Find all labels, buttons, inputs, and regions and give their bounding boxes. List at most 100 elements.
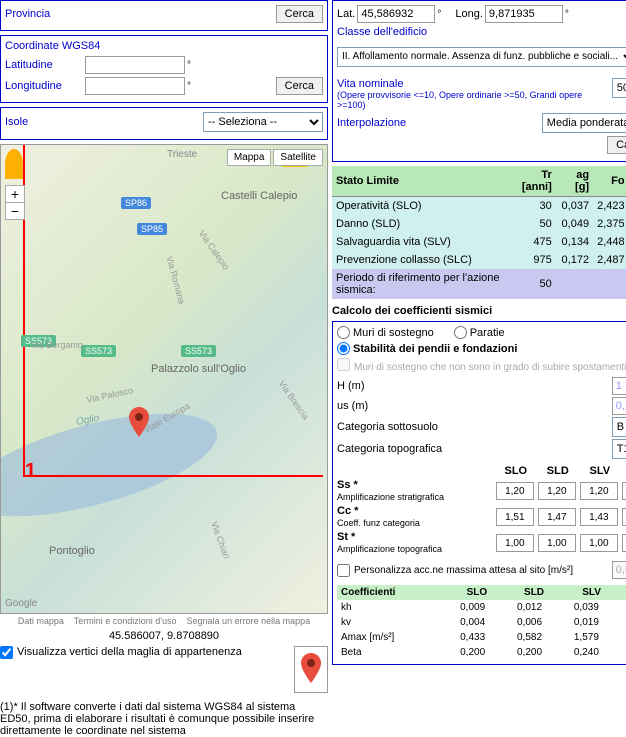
road-ss573-2: SS573 [81,345,116,357]
results-table: Coefficienti SLO SLD SLV SLC kh0,0090,01… [337,585,626,660]
lat-r-input[interactable] [357,5,435,23]
sl-h1: Tr [anni] [508,166,556,197]
stato-limite-table: Stato Limite Tr [anni] ag [g] Fo Tc' [s]… [332,166,626,299]
lat-label: Latitudine [5,59,85,71]
radio-muri[interactable]: Muri di sostegno [337,326,434,339]
vita-label: Vita nominale [337,78,612,90]
st-slv[interactable] [580,534,618,552]
cc-slv[interactable] [580,508,618,526]
pegman-icon[interactable] [5,149,23,179]
cat-sotto-label: Categoria sottosuolo [337,421,612,433]
street-palosco: Via Palosco [85,385,133,405]
lat-input[interactable] [85,56,185,74]
periodo-label: Periodo di riferimento per l'azione sism… [332,269,508,299]
isole-label: Isole [5,116,85,128]
google-logo: Google [5,598,37,609]
vita-hint: (Opere provvisorie <=10, Opere ordinarie… [337,90,612,110]
place-trieste: Trieste [167,149,197,160]
sl-row: Danno (SLD)500,0492,3750,231 [332,215,626,233]
marker-legend [294,646,328,693]
personalizza-label: Personalizza acc.ne massima attesa al si… [354,565,608,576]
lat-deg: ° [187,60,191,71]
long-r-input[interactable] [485,5,563,23]
sl-h2: ag [g] [556,166,593,197]
footnote: (1)* Il software converte i dati dal sis… [0,701,328,737]
cat-topo-label: Categoria topografica [337,443,612,455]
street-bergamo: Via Bergamo [31,340,83,350]
cc-slc[interactable] [622,508,626,526]
map-footer-terms[interactable]: Termini e condizioni d'uso [74,616,177,626]
col-sld: SLD [538,465,578,477]
cat-sotto-select[interactable]: B [612,417,626,437]
map[interactable]: 1 SS573 SS573 SS573 SP86 SP85 Palazzolo … [0,144,328,614]
long-r-label: Long. [455,8,483,20]
calc-title: Calcolo dei coefficienti sismici [332,305,626,317]
classe-select[interactable]: II. Affollamento normale. Assenza di fun… [337,47,626,67]
map-type-sat-button[interactable]: Satellite [273,149,323,166]
us-label: us (m) [337,400,612,412]
map-footer-data[interactable]: Dati mappa [18,616,64,626]
lon-deg: ° [187,81,191,92]
street-calepio: Via Calepio [197,228,232,271]
isole-select[interactable]: -- Seleziona -- [203,112,323,132]
res-row: kv0,0040,0060,0190,025 [337,615,626,630]
col-slv: SLV [580,465,620,477]
map-type-map-button[interactable]: Mappa [227,149,272,166]
res-row: Beta0,2000,2000,2400,240 [337,645,626,660]
street-romana: Via Romana [164,255,186,305]
map-redline-h [23,475,323,477]
h-input[interactable] [612,377,626,395]
ss-slo[interactable] [496,482,534,500]
ss-sld[interactable] [538,482,576,500]
zoom-out-button[interactable]: − [6,203,24,219]
sl-h0: Stato Limite [332,166,508,197]
coord-display: 45.586007, 9.8708890 [0,630,328,642]
muri-disabled-checkbox [337,358,350,371]
cat-topo-select[interactable]: T1 [612,439,626,459]
street-chiari: Via Chiari [209,520,232,560]
interp-select[interactable]: Media ponderata [542,113,626,133]
h-label: H (m) [337,380,612,392]
sl-h3: Fo [593,166,626,197]
st-slc[interactable] [622,534,626,552]
personalizza-input [612,561,626,579]
vita-select[interactable]: 50 [612,78,626,98]
radio-paratie[interactable]: Paratie [454,326,505,339]
ss-slv[interactable] [580,482,618,500]
periodo-val: 50 [508,269,556,299]
wgs84-title: Coordinate WGS84 [5,40,323,52]
st-slo[interactable] [496,534,534,552]
cerca-coord-button[interactable]: Cerca [276,77,323,95]
sl-row: Salvaguardia vita (SLV)4750,1342,4480,27… [332,233,626,251]
sl-row: Operatività (SLO)300,0372,4230,208 [332,197,626,216]
provincia-label: Provincia [5,8,50,20]
lon-input[interactable] [85,77,185,95]
col-slo: SLO [496,465,536,477]
cc-slo[interactable] [496,508,534,526]
cc-sld[interactable] [538,508,576,526]
calcola-button[interactable]: Calcola [607,136,626,154]
map-vertex-1: 1 [25,460,36,483]
ss-slc[interactable] [622,482,626,500]
zoom-in-button[interactable]: + [6,186,24,203]
map-zoom[interactable]: + − [5,185,25,220]
radio-stabilita[interactable]: Stabilità dei pendii e fondazioni [337,342,517,355]
lat-r-label: Lat. [337,8,355,20]
road-ss573-3: SS573 [181,345,216,357]
res-row: kh0,0090,0120,0390,050 [337,600,626,615]
road-sp86: SP86 [121,197,151,209]
vertices-checkbox[interactable] [0,646,13,659]
map-footer-report[interactable]: Segnala un errore nella mappa [187,616,311,626]
st-sld[interactable] [538,534,576,552]
personalizza-checkbox[interactable] [337,564,350,577]
sl-row: Prevenzione collasso (SLC)9750,1722,4870… [332,251,626,269]
map-marker[interactable] [129,407,149,437]
interp-label: Interpolazione [337,117,406,129]
us-input[interactable] [612,397,626,415]
col-slc: SLC [622,465,626,477]
street-brescia: Via Brescia [277,379,311,422]
cerca-provincia-button[interactable]: Cerca [276,5,323,23]
place-castelli: Castelli Calepio [221,190,297,202]
place-pontoglio: Pontoglio [49,545,95,557]
lon-label: Longitudine [5,80,85,92]
